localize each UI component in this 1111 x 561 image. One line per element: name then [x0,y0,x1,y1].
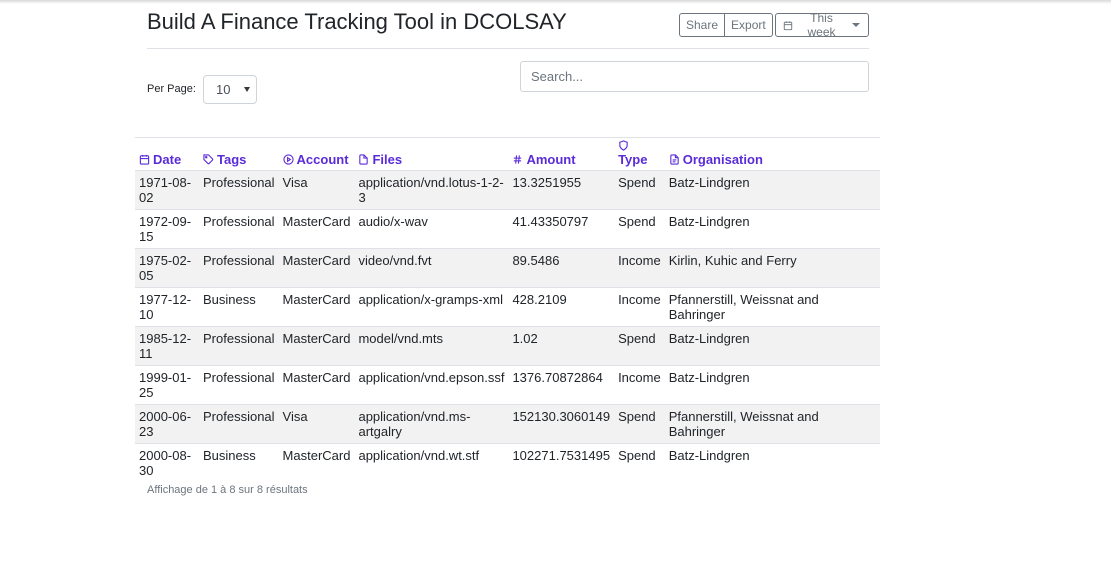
cell-tags: Professional [199,209,279,249]
cell-files: model/vnd.mts [354,326,509,366]
table-row[interactable]: 2000-08-30 Business MasterCard application/… [135,443,880,482]
cell-account: MasterCard [278,248,355,288]
per-page-select[interactable]: 10 [203,75,257,104]
cell-type: Income [614,287,665,327]
table-row[interactable]: 1985-12-11 Professional MasterCard model/vn… [135,326,880,366]
cell-account: MasterCard [278,209,355,249]
cell-tags: Professional [199,248,279,288]
cell-type: Spend [614,209,665,249]
table-row[interactable]: 1975-02-05 Professional MasterCard video/vn… [135,248,880,288]
share-export-group: Share Export [679,13,773,37]
column-header-tags[interactable]: Tags [199,138,279,171]
cell-tags: Professional [199,170,279,210]
cell-account: MasterCard [278,287,355,327]
cell-amount: 102271.7531495 [508,443,615,482]
column-header-amount[interactable]: Amount [508,138,614,171]
cell-amount: 1376.70872864 [508,365,615,405]
cell-account: Visa [278,170,355,210]
cell-organisation: Pfannerstill, Weissnat and Bahringer [664,404,880,444]
column-header-date[interactable]: Date [135,138,199,171]
cell-files: audio/x-wav [354,209,509,249]
pagination-info: Affichage de 1 à 8 sur 8 résultats [147,484,308,496]
chevron-down-icon [852,23,860,27]
cell-type: Spend [614,404,665,444]
cell-tags: Professional [199,326,279,366]
per-page-label: Per Page: [147,83,196,95]
period-dropdown-button[interactable]: This week [775,11,869,39]
cell-tags: Business [199,443,279,482]
period-label: This week [807,11,836,39]
cell-type: Spend [614,170,665,210]
cell-type: Income [614,365,665,405]
cell-type: Income [614,248,665,288]
table-row[interactable]: 2000-06-23 Professional Visa application/vn… [135,404,880,444]
cell-files: application/vnd.lotus-1-2-3 [354,170,509,210]
share-button[interactable]: Share [679,13,726,37]
table-row[interactable]: 1972-09-15 Professional MasterCard audio/x-… [135,209,880,249]
table-header-row: Date Tags Account Files Amount Type Orga… [135,138,880,171]
column-header-organisation[interactable]: Organisation [665,138,880,171]
cell-account: MasterCard [278,365,355,405]
cell-organisation: Pfannerstill, Weissnat and Bahringer [664,287,880,327]
search-input[interactable] [520,61,869,92]
shield-icon [619,140,628,151]
cell-date: 2000-08-30 [135,443,199,482]
document-icon [669,154,679,165]
cell-tags: Professional [199,404,279,444]
cell-organisation: Batz-Lindgren [664,170,880,210]
cell-files: application/vnd.epson.ssf [354,365,509,405]
export-button[interactable]: Export [725,13,773,37]
column-header-account[interactable]: Account [279,138,355,171]
cell-date: 1971-08-02 [135,170,199,210]
cell-amount: 428.2109 [508,287,615,327]
play-circle-icon [282,154,294,165]
cell-organisation: Kirlin, Kuhic and Ferry [664,248,880,288]
calendar-icon [139,154,150,165]
cell-date: 1977-12-10 [135,287,199,327]
column-header-type[interactable]: Type [614,138,665,171]
cell-organisation: Batz-Lindgren [664,209,880,249]
page-header: Build A Finance Tracking Tool in DCOLSAY… [147,8,869,49]
cell-amount: 152130.3060149 [508,404,615,444]
cell-type: Spend [614,326,665,366]
hash-icon [514,155,522,164]
table-row[interactable]: 1977-12-10 Business MasterCard application/… [135,287,880,327]
cell-tags: Professional [199,365,279,405]
select-arrow-icon [244,87,250,92]
cell-files: application/vnd.wt.stf [354,443,509,482]
cell-amount: 1.02 [508,326,615,366]
file-icon [359,154,369,165]
cell-type: Spend [614,443,665,482]
cell-amount: 13.3251955 [508,170,615,210]
cell-amount: 41.43350797 [508,209,615,249]
cell-files: video/vnd.fvt [354,248,509,288]
cell-date: 2000-06-23 [135,404,199,444]
cell-account: MasterCard [278,326,355,366]
cell-date: 1985-12-11 [135,326,199,366]
per-page-value: 10 [216,82,231,97]
cell-files: application/x-gramps-xml [354,287,509,327]
transactions-table: Date Tags Account Files Amount Type Orga… [135,137,880,482]
table-row[interactable]: 1971-08-02 Professional Visa application/vn… [135,170,880,210]
cell-date: 1975-02-05 [135,248,199,288]
cell-organisation: Batz-Lindgren [664,365,880,405]
cell-date: 1972-09-15 [135,209,199,249]
table-row[interactable]: 1999-01-25 Professional MasterCard applicat… [135,365,880,405]
cell-files: application/vnd.ms-artgalry [354,404,509,444]
page-title: Build A Finance Tracking Tool in DCOLSAY [147,9,567,34]
table-body: 1971-08-02 Professional Visa application/vn… [135,170,880,482]
top-shadow [0,0,1111,4]
cell-amount: 89.5486 [508,248,615,288]
cell-organisation: Batz-Lindgren [664,326,880,366]
cell-organisation: Batz-Lindgren [664,443,880,482]
tag-icon [203,154,214,165]
cell-date: 1999-01-25 [135,365,199,405]
cell-account: Visa [278,404,355,444]
calendar-icon [783,20,793,30]
cell-tags: Business [199,287,279,327]
cell-account: MasterCard [278,443,355,482]
column-header-files[interactable]: Files [354,138,508,171]
